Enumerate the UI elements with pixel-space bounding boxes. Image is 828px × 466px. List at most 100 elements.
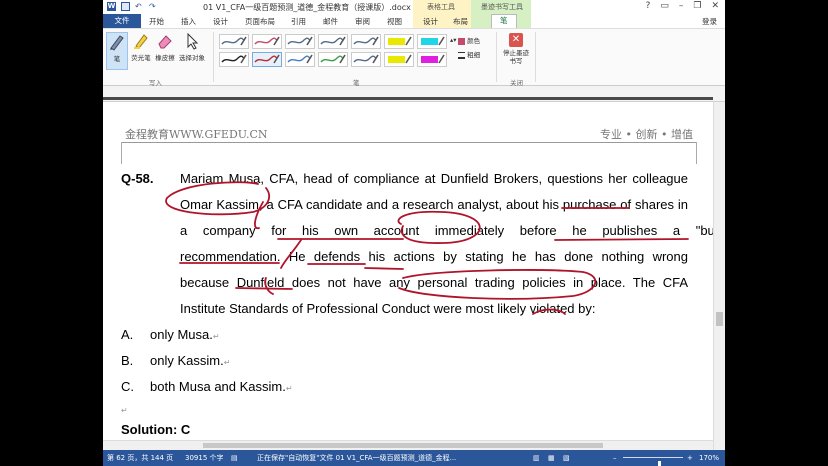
pen-stroke-icon [287,36,313,46]
header-rule [121,142,697,143]
close-button[interactable]: ✕ [711,1,719,11]
option-a-letter: A. [121,327,134,342]
pen-style-option[interactable] [351,52,381,67]
pen-style-option[interactable] [252,52,282,67]
pen-style-option[interactable] [318,34,348,49]
zoom-slider[interactable] [623,457,683,466]
weight-lines-icon [458,51,465,59]
pen-style-option[interactable] [417,34,447,49]
pen-tool-button[interactable]: 笔 [106,32,128,70]
tab-table-design[interactable]: 设计 [423,16,438,27]
restore-button[interactable]: ❐ [693,1,701,11]
document-page[interactable]: 金程教育WWW.GFEDU.CN 专业 • 创新 • 增值 Q-58. Mari… [103,102,713,450]
horizontal-scroll-thumb[interactable] [203,443,603,448]
pen-stroke-icon [254,36,280,46]
close-x-icon: ✕ [509,33,523,47]
paragraph-mark-icon: ↵ [212,332,220,341]
pen-style-option[interactable] [351,34,381,49]
pen-weight-button[interactable]: 粗细 [458,49,480,59]
pen-stroke-icon [287,54,313,64]
ribbon-display-button[interactable]: ▭ [660,1,669,11]
pen-style-option[interactable] [219,52,249,67]
tab-design[interactable]: 设计 [213,16,228,27]
horizontal-scrollbar[interactable] [103,440,713,450]
pen-style-option[interactable] [219,34,249,49]
ruler-strip [103,86,725,102]
stop-inking-button[interactable]: ✕ 停止墨迹书写 [502,33,530,65]
tab-references[interactable]: 引用 [291,16,306,27]
zoom-slider-knob[interactable] [658,461,662,466]
login-link[interactable]: 登录 [702,16,717,27]
paragraph-mark-icon: ↵ [121,406,128,415]
zoom-in-icon[interactable]: + [687,450,693,466]
highlighter-stroke-icon [421,36,445,46]
tab-review[interactable]: 审阅 [355,16,370,27]
question-line: a company for his own account immediatel… [180,223,713,238]
ink-stroke [364,267,404,270]
web-layout-icon[interactable]: ▧ [563,450,570,466]
pen-style-option[interactable] [384,52,414,67]
pen-stroke-icon [353,36,379,46]
pen-stroke-icon [353,54,379,64]
eraser-tool-label: 橡皮擦 [155,54,175,62]
gallery-scroll-icon[interactable]: ▴▾ [450,35,457,46]
tab-table-layout[interactable]: 布局 [453,16,468,27]
option-b-letter: B. [121,353,134,368]
question-line: Institute Standards of Professional Cond… [180,301,596,316]
pen-style-option[interactable] [318,52,348,67]
redo-icon[interactable]: ↷ [149,2,158,11]
zoom-level[interactable]: 170% [699,450,719,466]
pen-stroke-icon [320,36,346,46]
proofing-icon[interactable]: ▤ [231,450,238,466]
pen-style-option[interactable] [384,34,414,49]
pen-style-option[interactable] [285,34,315,49]
margin-corner-left [121,142,122,164]
pen-color-button[interactable]: 颜色 [458,35,480,45]
help-button[interactable]: ? [646,1,651,11]
pen-style-option[interactable] [252,34,282,49]
title-bar: W ↶ ↷ 01 V1_CFA一级百题预测_道德_金程教育（授课版）.docx … [103,0,725,28]
print-layout-icon[interactable]: ▦ [548,450,555,466]
tab-insert[interactable]: 插入 [181,16,196,27]
zoom-out-icon[interactable]: – [613,450,617,466]
vertical-scrollbar[interactable] [713,102,725,450]
stop-inking-label: 停止墨迹书写 [503,49,529,65]
select-object-button[interactable]: 选择对象 [178,32,206,62]
tab-home[interactable]: 开始 [149,16,164,27]
ribbon-separator [535,32,536,82]
save-icon[interactable] [121,2,130,11]
pen-tool-label: 笔 [113,55,121,63]
paragraph-mark-icon: ↵ [285,384,293,393]
vertical-scroll-thumb[interactable] [716,312,723,326]
tab-pens[interactable]: 笔 [491,14,517,28]
tab-mailings[interactable]: 邮件 [323,16,338,27]
tab-layout[interactable]: 页面布局 [245,16,275,27]
select-arrow-icon [187,32,199,50]
question-line: Mariam Musa, CFA, head of compliance at … [180,171,688,186]
option-a-text: only Musa.↵ [150,327,220,342]
window-controls: ? ▭ – ❐ ✕ [646,1,719,11]
pen-color-label: 颜色 [467,37,481,45]
option-b-label: only Kassim. [150,353,224,368]
page-count[interactable]: 第 62 页，共 144 页 [107,450,173,466]
page-header-right: 专业 • 创新 • 增值 [600,128,693,141]
tab-view[interactable]: 视图 [387,16,402,27]
pen-stroke-icon [221,54,247,64]
eraser-tool-button[interactable]: 橡皮擦 [154,32,176,62]
pen-stroke-icon [254,54,280,64]
solution-line: Solution: C [121,422,191,437]
highlighter-tool-button[interactable]: 荧光笔 [130,32,152,62]
tab-file[interactable]: 文件 [103,14,141,28]
read-mode-icon[interactable]: ▥ [533,450,540,466]
option-a-label: only Musa. [150,327,213,342]
pen-style-option[interactable] [285,52,315,67]
minimize-button[interactable]: – [679,1,684,11]
highlighter-icon [134,34,148,49]
pen-icon [110,35,124,51]
word-app-icon: W [107,2,116,11]
undo-icon[interactable]: ↶ [135,2,144,11]
pen-stroke-icon [320,54,346,64]
ink-tools-label: 墨迹书写工具 [481,3,523,11]
pen-style-option[interactable] [417,52,447,67]
word-count[interactable]: 30915 个字 [185,450,224,466]
